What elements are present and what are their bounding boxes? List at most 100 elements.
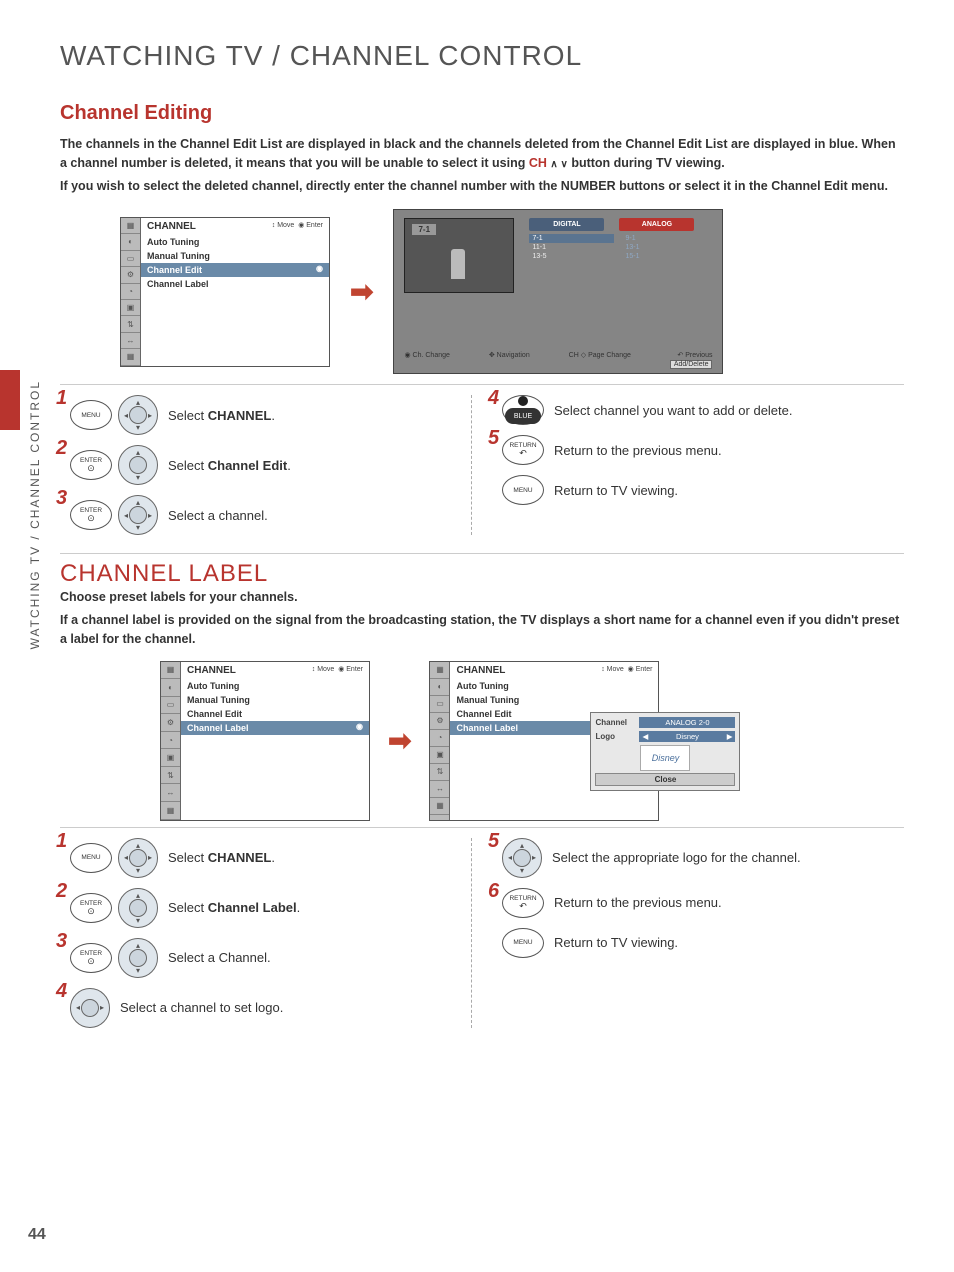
step-text: Return to the previous menu. — [554, 443, 722, 458]
return-button: RETURN↶ — [502, 888, 544, 918]
steps-section-1: 1MENU▴▾◂▸Select CHANNEL.2ENTER⊙▴▾Select … — [60, 384, 904, 535]
menu-hints: ↕ Move ◉ Enter — [601, 665, 652, 676]
step-text: Return to TV viewing. — [554, 483, 678, 498]
step-row: 4◂▸Select a channel to set logo. — [60, 988, 471, 1028]
menu-header: CHANNEL — [456, 665, 505, 676]
popup-logo-value: ◀Disney▶ — [639, 731, 735, 742]
enter-button: ENTER⊙ — [70, 450, 112, 480]
step-text: Select CHANNEL. — [168, 408, 275, 423]
menu-icon: ◔ — [121, 284, 140, 300]
step-row: MENU Return to TV viewing. — [492, 928, 904, 958]
menu-button: MENU — [502, 928, 544, 958]
menu-button: MENU — [70, 400, 112, 430]
menu-item: Auto Tuning — [450, 679, 658, 693]
menu-header: CHANNEL — [147, 221, 196, 232]
step-text: Select the appropriate logo for the chan… — [552, 850, 801, 865]
channel-edit-screen: 7-1 DIGITAL ANALOG 7-111-113-5 9-113-115… — [393, 209, 723, 374]
dpad-ud: ▴▾ — [118, 938, 158, 978]
step-number: 5 — [488, 427, 499, 450]
menu-hints: ↕ Move ◉ Enter — [312, 665, 363, 676]
menu-icon: ▦ — [121, 349, 140, 365]
dpad-lr: ◂▸ — [70, 988, 110, 1028]
arrow-right-icon: ➡ — [350, 275, 373, 308]
dpad-full: ▴▾◂▸ — [118, 395, 158, 435]
menu-icon: ⚙ — [161, 714, 180, 732]
step-number: 3 — [56, 487, 67, 510]
dpad-quad: ▴▾◂▸ — [502, 838, 542, 878]
step-text: Select Channel Label. — [168, 900, 300, 915]
dpad-full: ▴▾◂▸ — [118, 838, 158, 878]
menu-icon: ⇅ — [430, 764, 449, 781]
menu-item: Auto Tuning — [141, 235, 329, 249]
menu-icon: ◔ — [430, 730, 449, 747]
menu-icon: ▦ — [430, 798, 449, 815]
steps-section-2: 1MENU▴▾◂▸Select CHANNEL.2ENTER⊙▴▾Select … — [60, 827, 904, 1028]
menu-icon: ▭ — [121, 251, 140, 267]
analog-tab: ANALOG — [619, 218, 694, 231]
step-number: 3 — [56, 930, 67, 953]
arrow-right-icon: ➡ — [388, 724, 411, 757]
step-text: Select a Channel. — [168, 950, 271, 965]
menu-icon: ▦ — [161, 662, 180, 680]
step-text: Return to TV viewing. — [554, 935, 678, 950]
blue-button: BLUE — [502, 395, 544, 425]
menu-header: CHANNEL — [187, 665, 236, 676]
menu-item: Channel Edit — [141, 263, 329, 277]
menu-item: Manual Tuning — [450, 693, 658, 707]
menu-item: Manual Tuning — [141, 249, 329, 263]
channel-editing-title: Channel Editing — [60, 102, 904, 125]
dpad-full: ▴▾◂▸ — [118, 495, 158, 535]
side-vertical-label: WATCHING TV / CHANNEL CONTROL — [28, 380, 42, 649]
enter-button: ENTER⊙ — [70, 893, 112, 923]
menu-item: Channel Label — [181, 721, 369, 735]
popup-channel-label: Channel — [595, 718, 635, 727]
step-row: 3ENTER⊙▴▾◂▸Select a channel. — [60, 495, 471, 535]
step-row: 6RETURN↶Return to the previous menu. — [492, 888, 904, 918]
channel-label-title: CHANNEL LABEL — [60, 553, 904, 588]
step-text: Select CHANNEL. — [168, 850, 275, 865]
menu-icon: ⇅ — [161, 767, 180, 785]
step-text: Return to the previous menu. — [554, 895, 722, 910]
step-number: 4 — [56, 980, 67, 1003]
section2-para2: If a channel label is provided on the si… — [60, 611, 904, 649]
menu-icon: ▦ — [121, 218, 140, 234]
step-number: 1 — [56, 387, 67, 410]
step-row: 5RETURN↶Return to the previous menu. — [492, 435, 904, 465]
current-channel-box: 7-1 — [412, 224, 436, 235]
enter-button: ENTER⊙ — [70, 500, 112, 530]
menu-icon: ⚙ — [121, 267, 140, 283]
menu-icon: ◐ — [430, 679, 449, 696]
channel-menu-screen-2: ▦ ◐ ▭ ⚙ ◔ ▣ ⇅ ↔ ▦ CHANNEL ↕ Move ◉ Enter… — [160, 661, 370, 821]
page-title: WATCHING TV / CHANNEL CONTROL — [60, 40, 904, 72]
dpad-ud: ▴▾ — [118, 445, 158, 485]
step-number: 2 — [56, 880, 67, 903]
menu-icon: ▭ — [161, 697, 180, 715]
digital-tab: DIGITAL — [529, 218, 604, 231]
step-number: 4 — [488, 387, 499, 410]
step-row: 1MENU▴▾◂▸Select CHANNEL. — [60, 838, 471, 878]
step-row: 1MENU▴▾◂▸Select CHANNEL. — [60, 395, 471, 435]
channel-label-popup: Channel ANALOG 2-0 Logo ◀Disney▶ Disney … — [590, 712, 740, 791]
menu-icon: ▭ — [430, 696, 449, 713]
menu-icon: ◔ — [161, 732, 180, 750]
step-row: 5▴▾◂▸Select the appropriate logo for the… — [492, 838, 904, 878]
menu-item: Channel Edit — [181, 707, 369, 721]
menu-icon: ▣ — [430, 747, 449, 764]
section2-para1: Choose preset labels for your channels. — [60, 588, 904, 607]
menu-item: Auto Tuning — [181, 679, 369, 693]
step-row: 2ENTER⊙▴▾Select Channel Label. — [60, 888, 471, 928]
step-text: Select a channel to set logo. — [120, 1000, 283, 1015]
menu-button: MENU — [502, 475, 544, 505]
popup-logo-label: Logo — [595, 732, 635, 741]
return-button: RETURN↶ — [502, 435, 544, 465]
enter-button: ENTER⊙ — [70, 943, 112, 973]
step-number: 1 — [56, 830, 67, 853]
page-number: 44 — [28, 1226, 46, 1244]
menu-icon: ↔ — [161, 784, 180, 802]
menu-icon: ◐ — [161, 679, 180, 697]
menu-icon: ↔ — [121, 333, 140, 349]
step-number: 5 — [488, 830, 499, 853]
menu-icon: ▣ — [161, 749, 180, 767]
analog-channel-list: 9-113-115-1 — [622, 234, 707, 261]
intro-paragraph-1: The channels in the Channel Edit List ar… — [60, 135, 904, 173]
